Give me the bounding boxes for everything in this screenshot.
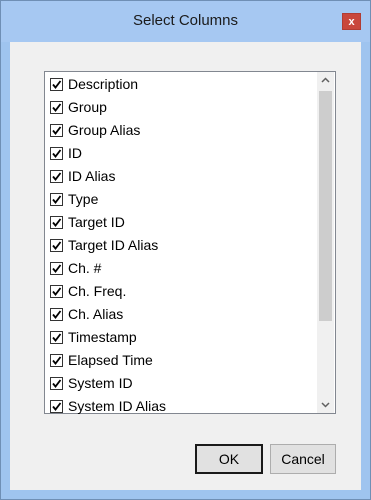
chevron-down-icon	[321, 402, 330, 408]
list-item[interactable]: Elapsed Time	[48, 350, 318, 373]
title-bar[interactable]: Select Columns x	[1, 1, 370, 42]
list-item-label: Ch. Alias	[68, 306, 124, 322]
checkbox[interactable]	[50, 400, 63, 413]
vertical-scrollbar[interactable]	[317, 72, 334, 413]
checkmark-icon	[52, 103, 62, 112]
list-item-label: Ch. Freq.	[68, 283, 127, 299]
checkbox[interactable]	[50, 262, 63, 275]
scroll-down-button[interactable]	[317, 396, 334, 413]
list-item-label: Ch. #	[68, 260, 102, 276]
checkbox[interactable]	[50, 377, 63, 390]
checkmark-icon	[52, 264, 62, 273]
ok-button[interactable]: OK	[195, 444, 263, 474]
list-item[interactable]: Type	[48, 189, 318, 212]
dialog-title: Select Columns	[132, 12, 239, 29]
checkmark-icon	[52, 241, 62, 250]
list-item[interactable]: Target ID	[48, 212, 318, 235]
chevron-up-icon	[321, 77, 330, 83]
list-item[interactable]: Ch. Alias	[48, 304, 318, 327]
list-item[interactable]: ID Alias	[48, 166, 318, 189]
dialog-body: Description Group Group Alias ID ID Alias Typ…	[10, 42, 361, 490]
list-item[interactable]: Group Alias	[48, 120, 318, 143]
checkmark-icon	[52, 149, 62, 158]
list-item[interactable]: System ID	[48, 373, 318, 396]
list-item[interactable]: Group	[48, 97, 318, 120]
checklist-items: Description Group Group Alias ID ID Alias Typ…	[48, 74, 318, 419]
checkbox[interactable]	[50, 101, 63, 114]
checkbox[interactable]	[50, 331, 63, 344]
close-button[interactable]: x	[342, 13, 361, 30]
list-item[interactable]: Description	[48, 74, 318, 97]
checkmark-icon	[52, 218, 62, 227]
list-item-label: Target ID Alias	[68, 237, 159, 253]
checkmark-icon	[52, 333, 62, 342]
list-item[interactable]: Ch. #	[48, 258, 318, 281]
checkbox[interactable]	[50, 170, 63, 183]
checkmark-icon	[52, 287, 62, 296]
checkmark-icon	[52, 126, 62, 135]
list-item-label: Target ID	[68, 214, 125, 230]
checkmark-icon	[52, 172, 62, 181]
list-item[interactable]: Timestamp	[48, 327, 318, 350]
list-item[interactable]: ID	[48, 143, 318, 166]
list-item-label: Timestamp	[68, 329, 137, 345]
checkbox[interactable]	[50, 354, 63, 367]
list-item[interactable]: Ch. Freq.	[48, 281, 318, 304]
list-item-label: Group Alias	[68, 122, 141, 138]
checkbox[interactable]	[50, 78, 63, 91]
scroll-thumb[interactable]	[319, 91, 332, 321]
checkbox[interactable]	[50, 147, 63, 160]
list-item-label: ID	[68, 145, 82, 161]
checkmark-icon	[52, 195, 62, 204]
list-item-label: Group	[68, 99, 107, 115]
checkmark-icon	[52, 356, 62, 365]
close-icon: x	[348, 16, 355, 28]
list-item-label: Elapsed Time	[68, 352, 153, 368]
checkbox[interactable]	[50, 285, 63, 298]
checkbox[interactable]	[50, 193, 63, 206]
cancel-button[interactable]: Cancel	[270, 444, 336, 474]
checkmark-icon	[52, 379, 62, 388]
list-item[interactable]: System ID Alias	[48, 396, 318, 419]
checkbox[interactable]	[50, 308, 63, 321]
checkmark-icon	[52, 402, 62, 411]
checkbox[interactable]	[50, 216, 63, 229]
checkmark-icon	[52, 80, 62, 89]
list-item-label: System ID Alias	[68, 398, 167, 414]
checkbox[interactable]	[50, 239, 63, 252]
list-item-label: System ID	[68, 375, 133, 391]
scroll-up-button[interactable]	[317, 72, 334, 89]
select-columns-dialog: Select Columns x Description Group Group A…	[0, 0, 371, 500]
checkbox[interactable]	[50, 124, 63, 137]
checkmark-icon	[52, 310, 62, 319]
list-item-label: Description	[68, 76, 139, 92]
columns-checklist[interactable]: Description Group Group Alias ID ID Alias Typ…	[44, 71, 336, 414]
list-item-label: ID Alias	[68, 168, 116, 184]
list-item[interactable]: Target ID Alias	[48, 235, 318, 258]
list-item-label: Type	[68, 191, 99, 207]
